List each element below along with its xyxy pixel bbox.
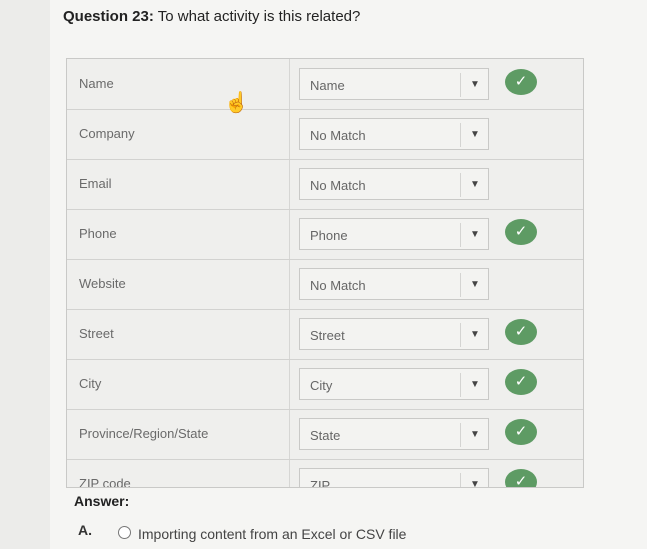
chevron-down-icon[interactable]: ▼ xyxy=(470,79,480,90)
mapping-row: Phone Phone ▼ ✓ xyxy=(67,209,583,260)
select-separator xyxy=(460,473,461,487)
field-label: Email xyxy=(79,176,112,191)
select-separator xyxy=(460,273,461,297)
field-select[interactable]: No Match ▼ xyxy=(299,268,489,300)
chevron-down-icon[interactable]: ▼ xyxy=(470,329,480,340)
field-select[interactable]: City ▼ xyxy=(299,368,489,400)
select-value: No Match xyxy=(310,278,366,293)
mapping-row: Province/Region/State State ▼ ✓ xyxy=(67,409,583,460)
select-value: Phone xyxy=(310,228,348,243)
field-select[interactable]: Name ▼ xyxy=(299,68,489,100)
checkmark-icon: ✓ xyxy=(505,419,537,445)
field-label: ZIP code xyxy=(79,476,131,488)
checkmark-icon: ✓ xyxy=(505,219,537,245)
select-value: Name xyxy=(310,78,345,93)
field-label: Street xyxy=(79,326,114,341)
field-select[interactable]: Street ▼ xyxy=(299,318,489,350)
select-separator xyxy=(460,173,461,197)
select-value: State xyxy=(310,428,341,443)
field-label: Company xyxy=(79,126,135,141)
chevron-down-icon[interactable]: ▼ xyxy=(470,279,480,290)
question-heading: Question 23: To what activity is this re… xyxy=(63,8,360,25)
field-label: Phone xyxy=(79,226,117,241)
chevron-down-icon[interactable]: ▼ xyxy=(470,479,480,487)
checkmark-icon: ✓ xyxy=(505,469,537,487)
chevron-down-icon[interactable]: ▼ xyxy=(470,379,480,390)
question-number: Question 23: xyxy=(63,8,154,25)
mapping-row: Website No Match ▼ xyxy=(67,259,583,310)
select-separator xyxy=(460,423,461,447)
mapping-row: ZIP code ZIP ▼ ✓ xyxy=(67,459,583,488)
field-select[interactable]: ZIP ▼ xyxy=(299,468,489,488)
mapping-row: Street Street ▼ ✓ xyxy=(67,309,583,360)
chevron-down-icon[interactable]: ▼ xyxy=(470,129,480,140)
select-separator xyxy=(460,73,461,97)
field-label: Province/Region/State xyxy=(79,426,209,441)
mapping-row: Email No Match ▼ xyxy=(67,159,583,210)
checkmark-icon: ✓ xyxy=(505,319,537,345)
field-mapping-table: Name Name ▼ ✓ Company No Match ▼ Email N… xyxy=(66,58,584,488)
select-separator xyxy=(460,223,461,247)
select-separator xyxy=(460,373,461,397)
field-label: Name xyxy=(79,76,114,91)
chevron-down-icon[interactable]: ▼ xyxy=(470,429,480,440)
chevron-down-icon[interactable]: ▼ xyxy=(470,229,480,240)
answer-radio[interactable] xyxy=(118,526,131,539)
question-text: To what activity is this related? xyxy=(153,8,361,25)
mapping-row: City City ▼ ✓ xyxy=(67,359,583,410)
checkmark-icon: ✓ xyxy=(505,369,537,395)
option-text[interactable]: Importing content from an Excel or CSV f… xyxy=(138,526,406,542)
mapping-row: Company No Match ▼ xyxy=(67,109,583,160)
select-value: Street xyxy=(310,328,345,343)
select-value: No Match xyxy=(310,128,366,143)
field-select[interactable]: No Match ▼ xyxy=(299,168,489,200)
select-value: ZIP xyxy=(310,478,331,488)
hand-pointer-icon: ☝ xyxy=(224,92,249,114)
field-label: City xyxy=(79,376,102,391)
select-value: No Match xyxy=(310,178,366,193)
checkmark-icon: ✓ xyxy=(505,69,537,95)
field-select[interactable]: Phone ▼ xyxy=(299,218,489,250)
select-value: City xyxy=(310,378,333,393)
field-select[interactable]: State ▼ xyxy=(299,418,489,450)
select-separator xyxy=(460,123,461,147)
field-select[interactable]: No Match ▼ xyxy=(299,118,489,150)
option-letter: A. xyxy=(78,522,92,538)
mapping-row: Name Name ▼ ✓ xyxy=(67,59,583,110)
answer-label: Answer: xyxy=(74,493,130,509)
field-label: Website xyxy=(79,276,126,291)
select-separator xyxy=(460,323,461,347)
chevron-down-icon[interactable]: ▼ xyxy=(470,179,480,190)
